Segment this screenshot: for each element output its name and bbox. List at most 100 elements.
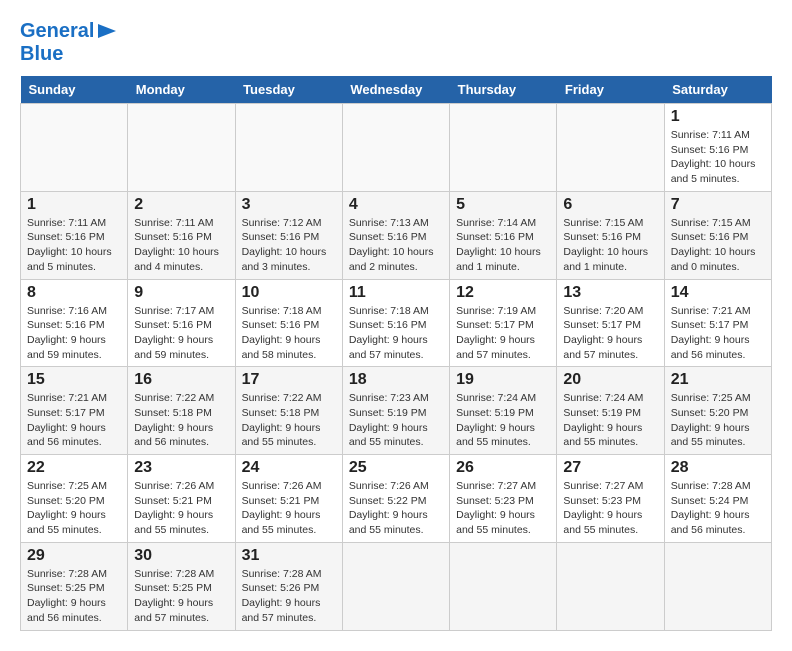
day-number: 2 (134, 196, 228, 214)
day-number: 20 (563, 371, 657, 389)
day-number: 31 (242, 547, 336, 565)
calendar-table: SundayMondayTuesdayWednesdayThursdayFrid… (20, 76, 772, 631)
day-number: 17 (242, 371, 336, 389)
calendar-cell (557, 104, 664, 192)
page-header: General Blue (20, 20, 772, 66)
calendar-cell: 4 Sunrise: 7:13 AM Sunset: 5:16 PM Daylig… (342, 191, 449, 279)
day-number: 28 (671, 459, 765, 477)
day-info: Sunrise: 7:17 AM Sunset: 5:16 PM Dayligh… (134, 304, 228, 363)
calendar-header-row: SundayMondayTuesdayWednesdayThursdayFrid… (21, 76, 772, 104)
day-info: Sunrise: 7:13 AM Sunset: 5:16 PM Dayligh… (349, 216, 443, 275)
calendar-cell: 17 Sunrise: 7:22 AM Sunset: 5:18 PM Dayli… (235, 367, 342, 455)
day-info: Sunrise: 7:22 AM Sunset: 5:18 PM Dayligh… (242, 391, 336, 450)
day-info: Sunrise: 7:24 AM Sunset: 5:19 PM Dayligh… (563, 391, 657, 450)
day-number: 24 (242, 459, 336, 477)
day-info: Sunrise: 7:11 AM Sunset: 5:16 PM Dayligh… (134, 216, 228, 275)
day-number: 26 (456, 459, 550, 477)
calendar-week-row: 22Sunrise: 7:25 AM Sunset: 5:20 PM Dayli… (21, 455, 772, 543)
day-info: Sunrise: 7:28 AM Sunset: 5:25 PM Dayligh… (27, 567, 121, 626)
calendar-cell: 5Sunrise: 7:14 AM Sunset: 5:16 PM Daylig… (450, 191, 557, 279)
day-info: Sunrise: 7:26 AM Sunset: 5:22 PM Dayligh… (349, 479, 443, 538)
day-number: 16 (134, 371, 228, 389)
logo-text-general: General (20, 20, 94, 43)
day-number: 12 (456, 284, 550, 302)
day-info: Sunrise: 7:19 AM Sunset: 5:17 PM Dayligh… (456, 304, 550, 363)
calendar-cell: 12 Sunrise: 7:19 AM Sunset: 5:17 PM Dayli… (450, 279, 557, 367)
calendar-cell: 10 Sunrise: 7:18 AM Sunset: 5:16 PM Dayli… (235, 279, 342, 367)
day-number: 10 (242, 284, 336, 302)
day-number: 27 (563, 459, 657, 477)
calendar-cell: 8Sunrise: 7:16 AM Sunset: 5:16 PM Daylig… (21, 279, 128, 367)
calendar-cell: 3 Sunrise: 7:12 AM Sunset: 5:16 PM Daylig… (235, 191, 342, 279)
day-number: 4 (349, 196, 443, 214)
calendar-week-row: 8Sunrise: 7:16 AM Sunset: 5:16 PM Daylig… (21, 279, 772, 367)
day-info: Sunrise: 7:24 AM Sunset: 5:19 PM Dayligh… (456, 391, 550, 450)
day-number: 3 (242, 196, 336, 214)
day-number: 18 (349, 371, 443, 389)
logo-arrow-icon (96, 20, 118, 42)
day-info: Sunrise: 7:26 AM Sunset: 5:21 PM Dayligh… (134, 479, 228, 538)
calendar-cell: 23 Sunrise: 7:26 AM Sunset: 5:21 PM Dayli… (128, 455, 235, 543)
calendar-cell (342, 542, 449, 630)
weekday-header-tuesday: Tuesday (235, 76, 342, 104)
calendar-cell: 22Sunrise: 7:25 AM Sunset: 5:20 PM Dayli… (21, 455, 128, 543)
calendar-cell: 27Sunrise: 7:27 AM Sunset: 5:23 PM Dayli… (557, 455, 664, 543)
day-number: 5 (456, 196, 550, 214)
day-info: Sunrise: 7:22 AM Sunset: 5:18 PM Dayligh… (134, 391, 228, 450)
calendar-cell: 30Sunrise: 7:28 AM Sunset: 5:25 PM Dayli… (128, 542, 235, 630)
calendar-cell: 11Sunrise: 7:18 AM Sunset: 5:16 PM Dayli… (342, 279, 449, 367)
day-number: 7 (671, 196, 765, 214)
day-info: Sunrise: 7:16 AM Sunset: 5:16 PM Dayligh… (27, 304, 121, 363)
day-info: Sunrise: 7:11 AM Sunset: 5:16 PM Dayligh… (27, 216, 121, 275)
calendar-cell: 24 Sunrise: 7:26 AM Sunset: 5:21 PM Dayli… (235, 455, 342, 543)
calendar-cell: 19 Sunrise: 7:24 AM Sunset: 5:19 PM Dayli… (450, 367, 557, 455)
day-info: Sunrise: 7:12 AM Sunset: 5:16 PM Dayligh… (242, 216, 336, 275)
calendar-cell: 7 Sunrise: 7:15 AM Sunset: 5:16 PM Daylig… (664, 191, 771, 279)
calendar-week-row: 1Sunrise: 7:11 AM Sunset: 5:16 PM Daylig… (21, 191, 772, 279)
day-info: Sunrise: 7:18 AM Sunset: 5:16 PM Dayligh… (349, 304, 443, 363)
calendar-cell (557, 542, 664, 630)
calendar-cell: 21Sunrise: 7:25 AM Sunset: 5:20 PM Dayli… (664, 367, 771, 455)
calendar-cell: 2 Sunrise: 7:11 AM Sunset: 5:16 PM Daylig… (128, 191, 235, 279)
calendar-cell: 9 Sunrise: 7:17 AM Sunset: 5:16 PM Daylig… (128, 279, 235, 367)
calendar-cell: 26 Sunrise: 7:27 AM Sunset: 5:23 PM Dayli… (450, 455, 557, 543)
day-info: Sunrise: 7:15 AM Sunset: 5:16 PM Dayligh… (671, 216, 765, 275)
day-info: Sunrise: 7:11 AM Sunset: 5:16 PM Dayligh… (671, 128, 765, 187)
calendar-week-row: 29 Sunrise: 7:28 AM Sunset: 5:25 PM Dayli… (21, 542, 772, 630)
day-number: 29 (27, 547, 121, 565)
calendar-cell: 15Sunrise: 7:21 AM Sunset: 5:17 PM Dayli… (21, 367, 128, 455)
logo: General Blue (20, 20, 118, 66)
calendar-cell: 29 Sunrise: 7:28 AM Sunset: 5:25 PM Dayli… (21, 542, 128, 630)
calendar-cell: 6 Sunrise: 7:15 AM Sunset: 5:16 PM Daylig… (557, 191, 664, 279)
calendar-cell (128, 104, 235, 192)
day-info: Sunrise: 7:21 AM Sunset: 5:17 PM Dayligh… (671, 304, 765, 363)
calendar-cell: 1Sunrise: 7:11 AM Sunset: 5:16 PM Daylig… (664, 104, 771, 192)
calendar-cell: 14 Sunrise: 7:21 AM Sunset: 5:17 PM Dayli… (664, 279, 771, 367)
day-number: 25 (349, 459, 443, 477)
calendar-cell (342, 104, 449, 192)
day-info: Sunrise: 7:26 AM Sunset: 5:21 PM Dayligh… (242, 479, 336, 538)
day-number: 6 (563, 196, 657, 214)
day-number: 19 (456, 371, 550, 389)
calendar-week-row: 1Sunrise: 7:11 AM Sunset: 5:16 PM Daylig… (21, 104, 772, 192)
day-number: 23 (134, 459, 228, 477)
day-number: 30 (134, 547, 228, 565)
weekday-header-sunday: Sunday (21, 76, 128, 104)
calendar-cell: 13Sunrise: 7:20 AM Sunset: 5:17 PM Dayli… (557, 279, 664, 367)
day-number: 14 (671, 284, 765, 302)
day-info: Sunrise: 7:18 AM Sunset: 5:16 PM Dayligh… (242, 304, 336, 363)
day-info: Sunrise: 7:20 AM Sunset: 5:17 PM Dayligh… (563, 304, 657, 363)
weekday-header-thursday: Thursday (450, 76, 557, 104)
day-info: Sunrise: 7:27 AM Sunset: 5:23 PM Dayligh… (456, 479, 550, 538)
calendar-cell: 1Sunrise: 7:11 AM Sunset: 5:16 PM Daylig… (21, 191, 128, 279)
weekday-header-monday: Monday (128, 76, 235, 104)
day-info: Sunrise: 7:15 AM Sunset: 5:16 PM Dayligh… (563, 216, 657, 275)
calendar-cell: 20 Sunrise: 7:24 AM Sunset: 5:19 PM Dayli… (557, 367, 664, 455)
day-number: 21 (671, 371, 765, 389)
calendar-cell: 18Sunrise: 7:23 AM Sunset: 5:19 PM Dayli… (342, 367, 449, 455)
weekday-header-friday: Friday (557, 76, 664, 104)
calendar-cell (450, 542, 557, 630)
calendar-cell (235, 104, 342, 192)
weekday-header-saturday: Saturday (664, 76, 771, 104)
day-number: 9 (134, 284, 228, 302)
